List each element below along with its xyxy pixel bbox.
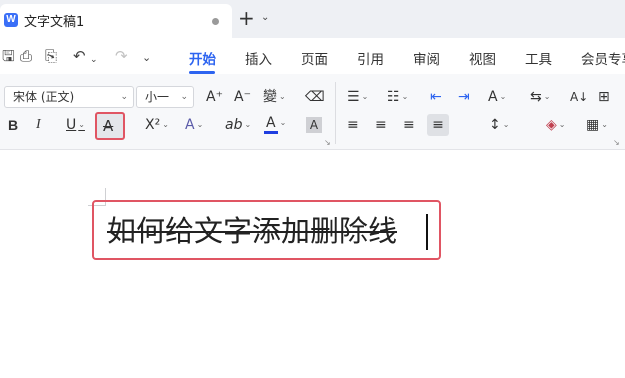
align-center-button[interactable]: ≡ <box>375 116 387 134</box>
phonetic-icon: 變 <box>263 89 277 105</box>
character-shading-button[interactable]: A <box>306 117 322 133</box>
chinese-layout-icon: A <box>488 89 498 105</box>
tab-tools[interactable]: 工具 <box>525 48 552 68</box>
chevron-down-icon: ⌄ <box>499 92 507 101</box>
shading-icon: ◈ <box>546 117 557 133</box>
decrease-indent-button[interactable]: ⇤ <box>430 88 442 106</box>
chevron-down-icon: ⌄ <box>502 120 510 129</box>
increase-indent-button[interactable]: ⇥ <box>458 88 470 106</box>
text-effect-button[interactable]: A ⌄ <box>185 116 203 134</box>
save-icon[interactable]: 🖫 <box>2 48 15 64</box>
chevron-down-icon: ⌄ <box>196 120 204 129</box>
bold-button[interactable]: B <box>8 116 18 134</box>
tab-insert[interactable]: 插入 <box>245 48 272 68</box>
text-cursor <box>426 214 428 250</box>
font-size-value: 小一 <box>145 90 170 104</box>
print-preview-icon[interactable]: ⎘ <box>45 48 57 64</box>
ribbon-separator <box>335 82 336 144</box>
font-size-select[interactable]: 小一 ⌄ <box>136 86 194 108</box>
chinese-layout-button[interactable]: A ⌄ <box>488 88 506 106</box>
text-direction-icon: ⇆ <box>530 89 542 105</box>
tab-home[interactable]: 开始 <box>189 48 216 68</box>
numbering-icon: ☷ <box>387 89 400 105</box>
highlight-button[interactable]: ab ⌄ <box>225 116 251 134</box>
document-tab[interactable]: W 文字文稿1 <box>0 4 232 38</box>
chevron-down-icon: ⌄ <box>558 120 566 129</box>
chevron-down-icon: ⌄ <box>162 120 169 129</box>
chevron-down-icon: ⌄ <box>543 92 551 101</box>
tab-view[interactable]: 视图 <box>469 48 496 68</box>
borders-button[interactable]: ▦ ⌄ <box>586 116 608 134</box>
line-spacing-icon: ↕ <box>489 117 501 133</box>
text-direction-button[interactable]: ⇆ ⌄ <box>530 88 550 106</box>
superscript-icon: X² <box>145 117 161 133</box>
phonetic-guide-button[interactable]: 變 ⌄ <box>263 88 286 106</box>
redo-icon[interactable]: ↷ <box>115 48 128 64</box>
highlight-icon: ab <box>225 117 243 133</box>
font-dialog-launcher-icon[interactable]: ↘ <box>324 138 331 147</box>
bullets-button[interactable]: ☰ ⌄ <box>347 88 368 106</box>
chevron-down-icon: ⌄ <box>361 92 369 101</box>
justify-button[interactable]: ≡ <box>427 114 449 136</box>
strikethrough-button[interactable]: A <box>95 112 125 140</box>
line-spacing-button[interactable]: ↕ ⌄ <box>489 116 509 134</box>
menu-bar: 🖫 ⎙ ⎘ ↶ ⌄ ↷ ⌄ 开始 插入 页面 引用 审阅 视图 工具 会员专享 <box>0 38 625 74</box>
undo-icon[interactable]: ↶ <box>73 48 86 64</box>
superscript-button[interactable]: X² ⌄ <box>145 116 169 134</box>
numbering-button[interactable]: ☷ ⌄ <box>387 88 408 106</box>
chevron-down-icon[interactable]: ⌄ <box>261 12 269 23</box>
chevron-down-icon: ⌄ <box>601 120 608 129</box>
tab-references[interactable]: 引用 <box>357 48 384 68</box>
wps-writer-icon: W <box>4 13 18 27</box>
shrink-font-button[interactable]: A⁻ <box>234 88 251 106</box>
font-color-button[interactable]: A ⌄ <box>264 114 287 134</box>
text-effect-icon: A <box>185 117 195 133</box>
columns-button[interactable]: ⊞ <box>598 88 610 106</box>
new-tab-button[interactable]: + <box>238 8 255 28</box>
ribbon-toolbar: 宋体 (正文) ⌄ 小一 ⌄ A⁺ A⁻ 變 ⌄ ⌫ B I U ⌄ X² ⌄ A ⌄ … <box>0 74 625 150</box>
clear-format-button[interactable]: ⌫ <box>305 88 325 106</box>
chevron-down-icon: ⌄ <box>279 92 286 101</box>
chevron-down-icon: ⌄ <box>279 118 287 127</box>
chevron-down-icon: ⌄ <box>120 92 128 102</box>
unsaved-dot-icon[interactable] <box>212 18 219 25</box>
tab-member[interactable]: 会员专享 <box>581 48 625 68</box>
underline-icon: U <box>66 117 77 133</box>
borders-icon: ▦ <box>586 117 600 133</box>
font-color-icon: A <box>264 115 278 134</box>
chevron-down-icon[interactable]: ⌄ <box>142 50 151 66</box>
chevron-down-icon: ⌄ <box>78 120 85 129</box>
align-left-button[interactable]: ≡ <box>347 116 359 134</box>
tab-page[interactable]: 页面 <box>301 48 328 68</box>
document-text[interactable]: 如何给文字添加删除线 <box>107 211 397 251</box>
chevron-down-icon: ⌄ <box>401 92 409 101</box>
strikethrough-icon: A <box>103 117 114 135</box>
sort-button[interactable]: A↓ <box>570 88 588 106</box>
title-bar: W 文字文稿1 + ⌄ <box>0 0 625 38</box>
underline-button[interactable]: U ⌄ <box>66 116 85 134</box>
align-right-button[interactable]: ≡ <box>403 116 415 134</box>
italic-button[interactable]: I <box>36 116 41 134</box>
font-name-value: 宋体 (正文) <box>13 90 75 104</box>
font-name-select[interactable]: 宋体 (正文) ⌄ <box>4 86 134 108</box>
paragraph-dialog-launcher-icon[interactable]: ↘ <box>613 138 620 147</box>
chevron-down-icon: ⌄ <box>180 92 188 102</box>
print-icon[interactable]: ⎙ <box>20 48 32 64</box>
paragraph-shading-button[interactable]: ◈ ⌄ <box>546 116 565 134</box>
bullets-icon: ☰ <box>347 89 360 105</box>
undo-dropdown-icon[interactable]: ⌄ <box>90 52 98 68</box>
document-tab-title: 文字文稿1 <box>24 15 85 30</box>
tab-review[interactable]: 审阅 <box>413 48 440 68</box>
grow-font-button[interactable]: A⁺ <box>206 88 223 106</box>
chevron-down-icon: ⌄ <box>244 120 252 129</box>
